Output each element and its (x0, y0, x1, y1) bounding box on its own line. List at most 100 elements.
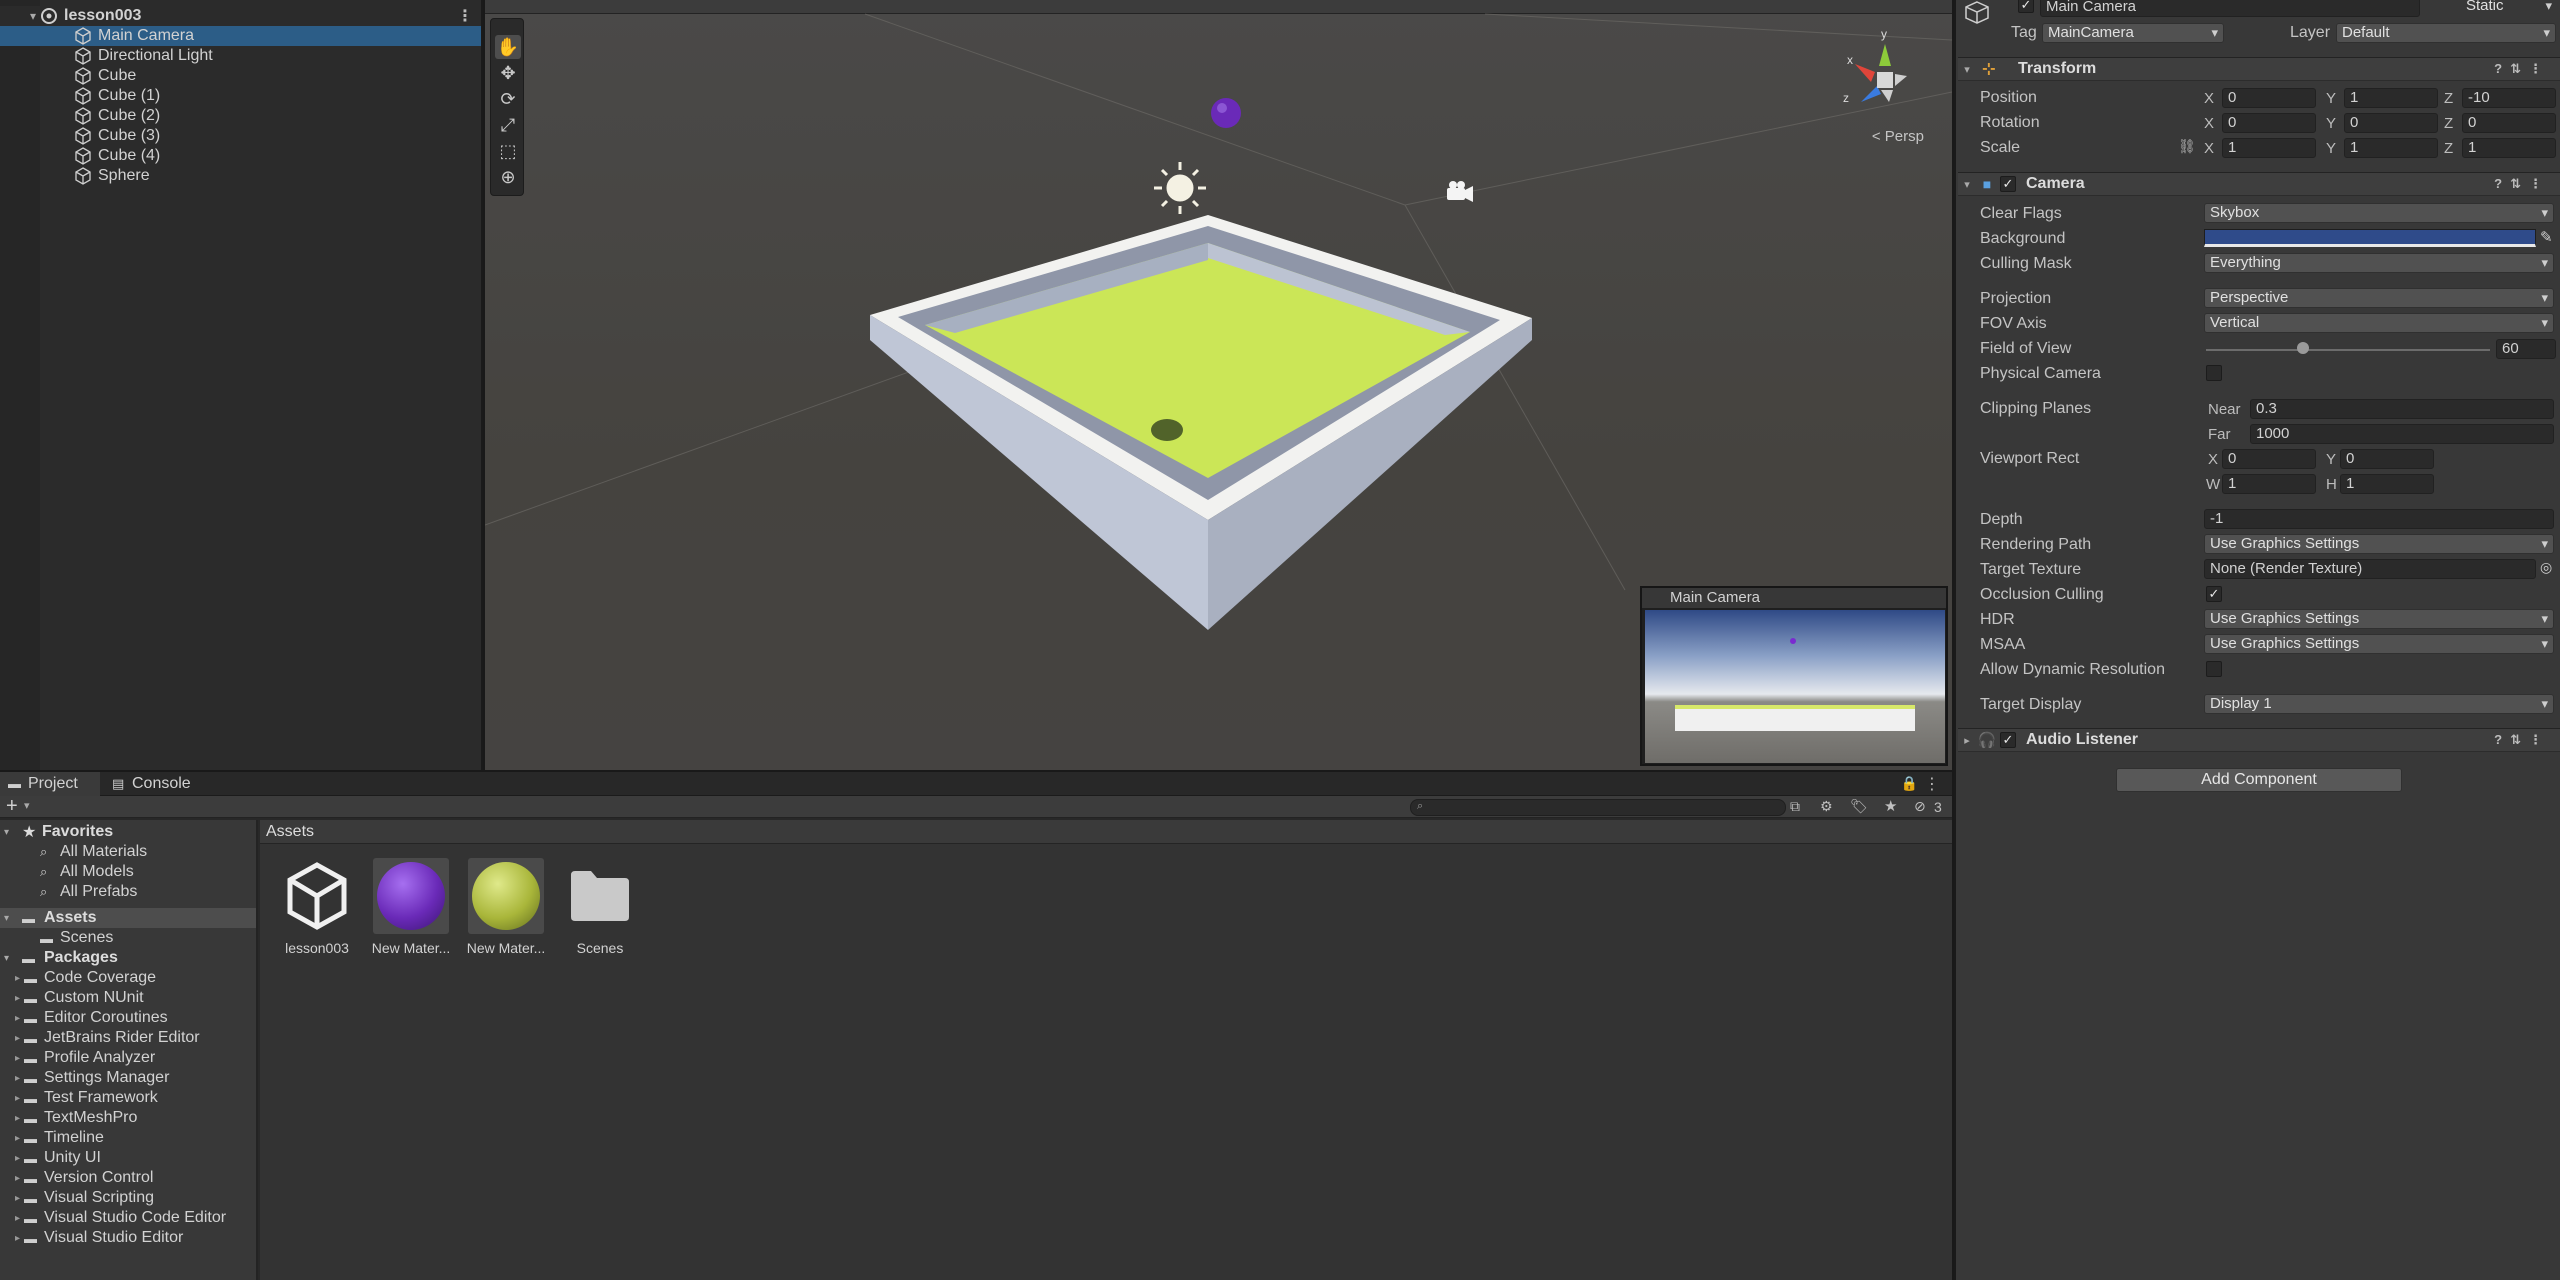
tree-favorite-item[interactable]: ⌕ All Prefabs (0, 882, 256, 902)
more-options-icon[interactable]: ⋮ (457, 6, 473, 26)
near-input[interactable]: 0.3 (2250, 399, 2554, 419)
expand-arrow-icon[interactable]: ▸ (0, 973, 24, 984)
hierarchy-item[interactable]: Cube (2) (0, 106, 481, 126)
object-picker-icon[interactable]: ◎ (2540, 559, 2552, 576)
asset-item-material-purple[interactable]: New Mater... (368, 858, 454, 956)
scale-tool-icon[interactable]: ⤢ (495, 113, 521, 137)
add-component-button[interactable]: Add Component (2116, 768, 2402, 792)
rotate-tool-icon[interactable]: ⟳ (495, 87, 521, 111)
scale-z-input[interactable]: 1 (2462, 138, 2556, 158)
position-z-input[interactable]: -10 (2462, 88, 2556, 108)
tree-package-item[interactable]: ▸ ▬ Editor Coroutines (0, 1008, 256, 1028)
asset-item-scene[interactable]: lesson003 (274, 858, 360, 956)
background-color-field[interactable] (2204, 229, 2536, 247)
msaa-dropdown[interactable]: Use Graphics Settings (2204, 634, 2554, 654)
rotation-z-input[interactable]: 0 (2462, 113, 2556, 133)
expand-arrow-icon[interactable]: ▾ (0, 9, 40, 23)
tree-package-item[interactable]: ▸ ▬ Visual Studio Code Editor (0, 1208, 256, 1228)
hierarchy-item[interactable]: Main Camera (0, 26, 481, 46)
search-filter-icon[interactable]: ⚙ (1820, 798, 1833, 815)
target-display-dropdown[interactable]: Display 1 (2204, 694, 2554, 714)
expand-arrow-icon[interactable]: ▸ (0, 1153, 24, 1164)
tree-assets-item[interactable]: ▬ Scenes (0, 928, 256, 948)
label-tag-icon[interactable]: 🏷 (1850, 798, 1868, 815)
tree-assets[interactable]: ▾ ▬ Assets (0, 908, 256, 928)
tree-favorite-item[interactable]: ⌕ All Materials (0, 842, 256, 862)
viewport-h-input[interactable]: 1 (2340, 474, 2434, 494)
hidden-packages-icon[interactable]: ⊘ (1914, 798, 1926, 815)
fov-input[interactable]: 60 (2496, 339, 2556, 359)
expand-arrow-icon[interactable]: ▸ (0, 1133, 24, 1144)
clear-flags-dropdown[interactable]: Skybox (2204, 203, 2554, 223)
audio-listener-enabled-checkbox[interactable]: ✓ (2000, 732, 2016, 748)
fov-axis-dropdown[interactable]: Vertical (2204, 313, 2554, 333)
tree-favorites[interactable]: ▾ ★ Favorites (0, 822, 256, 842)
expand-arrow-icon[interactable]: ▸ (0, 1033, 24, 1044)
tree-packages[interactable]: ▾ ▬ Packages (0, 948, 256, 968)
expand-arrow-icon[interactable]: ▸ (0, 1193, 24, 1204)
tree-package-item[interactable]: ▸ ▬ Visual Studio Editor (0, 1228, 256, 1248)
camera-component-header[interactable]: ▾ ■ ✓ Camera ?⇅⋮ (1958, 172, 2560, 196)
expand-arrow-icon[interactable]: ▸ (0, 1113, 24, 1124)
tree-package-item[interactable]: ▸ ▬ Unity UI (0, 1148, 256, 1168)
tag-dropdown[interactable]: MainCamera (2042, 23, 2224, 43)
more-options-icon[interactable]: ⋮ (1924, 774, 1940, 794)
scene-view[interactable]: y x z ✋ ✥ ⟳ ⤢ ⬚ ⊕ < Persp Main Camera (485, 0, 1952, 770)
tree-package-item[interactable]: ▸ ▬ Timeline (0, 1128, 256, 1148)
tree-package-item[interactable]: ▸ ▬ Profile Analyzer (0, 1048, 256, 1068)
foldout-arrow-icon[interactable]: ▸ (1958, 734, 1976, 747)
physical-camera-checkbox[interactable] (2206, 365, 2222, 381)
lock-icon[interactable]: 🔒 (1901, 775, 1918, 792)
expand-arrow-icon[interactable]: ▸ (0, 1233, 24, 1244)
favorite-star-icon[interactable]: ★ (1884, 797, 1897, 815)
position-y-input[interactable]: 1 (2344, 88, 2438, 108)
move-tool-icon[interactable]: ✥ (495, 61, 521, 85)
hierarchy-item[interactable]: Cube (1) (0, 86, 481, 106)
chevron-down-icon[interactable]: ▾ (24, 799, 30, 812)
fov-slider-track[interactable] (2206, 349, 2490, 351)
hdr-dropdown[interactable]: Use Graphics Settings (2204, 609, 2554, 629)
expand-arrow-icon[interactable]: ▾ (4, 953, 14, 964)
component-menu-icons[interactable]: ?⇅⋮ (2494, 732, 2550, 748)
expand-arrow-icon[interactable]: ▸ (0, 1053, 24, 1064)
transform-tool-icon[interactable]: ⊕ (495, 165, 521, 189)
tree-package-item[interactable]: ▸ ▬ Custom NUnit (0, 988, 256, 1008)
expand-arrow-icon[interactable]: ▸ (0, 1213, 24, 1224)
persp-toggle[interactable]: < Persp (1872, 128, 1924, 145)
far-input[interactable]: 1000 (2250, 424, 2554, 444)
constrain-proportions-icon[interactable]: ⛓ (2178, 138, 2196, 155)
scale-x-input[interactable]: 1 (2222, 138, 2316, 158)
tree-package-item[interactable]: ▸ ▬ Code Coverage (0, 968, 256, 988)
assets-breadcrumb[interactable]: Assets (260, 820, 1952, 844)
tree-package-item[interactable]: ▸ ▬ Settings Manager (0, 1068, 256, 1088)
hand-tool-icon[interactable]: ✋ (495, 35, 521, 59)
active-checkbox[interactable]: ✓ (2018, 0, 2034, 13)
search-by-type-icon[interactable]: ⧉ (1790, 798, 1800, 815)
occlusion-culling-checkbox[interactable]: ✓ (2206, 586, 2222, 602)
object-name-input[interactable]: Main Camera (2040, 0, 2420, 17)
expand-arrow-icon[interactable]: ▸ (0, 1093, 24, 1104)
component-menu-icons[interactable]: ?⇅⋮ (2494, 176, 2550, 192)
asset-item-folder[interactable]: Scenes (557, 858, 643, 956)
expand-arrow-icon[interactable]: ▾ (4, 827, 14, 838)
tree-package-item[interactable]: ▸ ▬ Visual Scripting (0, 1188, 256, 1208)
audio-listener-component-header[interactable]: ▸ 🎧 ✓ Audio Listener ?⇅⋮ (1958, 728, 2560, 752)
tree-package-item[interactable]: ▸ ▬ JetBrains Rider Editor (0, 1028, 256, 1048)
eyedropper-icon[interactable]: ✎ (2540, 228, 2553, 246)
position-x-input[interactable]: 0 (2222, 88, 2316, 108)
tree-package-item[interactable]: ▸ ▬ Test Framework (0, 1088, 256, 1108)
fov-slider-thumb[interactable] (2296, 342, 2309, 354)
scale-y-input[interactable]: 1 (2344, 138, 2438, 158)
rotation-x-input[interactable]: 0 (2222, 113, 2316, 133)
culling-mask-dropdown[interactable]: Everything (2204, 253, 2554, 273)
camera-enabled-checkbox[interactable]: ✓ (2000, 176, 2016, 192)
hierarchy-scene-row[interactable]: ▾ lesson003 ⋮ (0, 6, 481, 26)
layer-dropdown[interactable]: Default (2336, 23, 2556, 43)
tab-console[interactable]: ▤ Console (104, 772, 204, 796)
hierarchy-item[interactable]: Cube (4) (0, 146, 481, 166)
foldout-arrow-icon[interactable]: ▾ (1958, 178, 1976, 191)
search-input[interactable]: ⌕ (1410, 799, 1786, 816)
component-menu-icons[interactable]: ?⇅⋮ (2494, 61, 2550, 77)
expand-arrow-icon[interactable]: ▸ (0, 1173, 24, 1184)
tab-project[interactable]: ▬ Project (0, 772, 100, 796)
